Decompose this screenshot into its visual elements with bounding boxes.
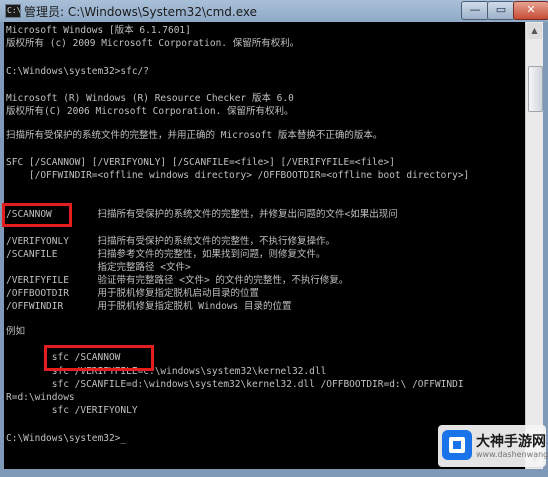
- site-watermark: 大神手游网 www.dashenwang.com: [438, 425, 548, 467]
- console-line: 例如: [6, 326, 26, 337]
- console-line: 扫描所有受保护的系统文件的完整性，并用正确的 Microsoft 版本替换不正确…: [6, 130, 383, 141]
- console-line: /OFFBOOTDIR 用于脱机修复指定脱机启动目录的位置: [6, 288, 260, 299]
- console-line: 版权所有 (c) 2009 Microsoft Corporation. 保留所…: [6, 38, 300, 49]
- cmd-app-icon: C:\: [5, 4, 21, 18]
- console-output[interactable]: Microsoft Windows [版本 6.1.7601] 版权所有 (c)…: [4, 22, 525, 469]
- console-line: /VERIFYONLY 扫描所有受保护的系统文件的完整性，不执行修复操作。: [6, 236, 336, 247]
- console-line: 指定完整路径 <文件>: [6, 262, 191, 273]
- minimize-button[interactable]: —: [461, 1, 489, 20]
- console-line: Microsoft (R) Windows (R) Resource Check…: [6, 93, 294, 104]
- close-button[interactable]: ✕: [513, 1, 548, 20]
- title-bar[interactable]: C:\ 管理员: C:\Windows\System32\cmd.exe — ▭…: [0, 0, 548, 22]
- console-line: 版权所有(C) 2006 Microsoft Corporation. 保留所有…: [6, 106, 294, 117]
- maximize-button[interactable]: ▭: [487, 1, 515, 20]
- scroll-up-arrow-icon[interactable]: ▲: [527, 23, 542, 39]
- console-line: /VERIFYFILE 验证带有完整路径 <文件> 的文件的完整性，不执行修复。: [6, 275, 349, 286]
- cmd-window: C:\ 管理员: C:\Windows\System32\cmd.exe — ▭…: [0, 0, 548, 477]
- scrollbar-thumb[interactable]: [528, 66, 543, 112]
- watermark-url: www.dashenwang.com: [476, 450, 548, 459]
- console-line: /OFFWINDIR 用于脱机修复指定脱机 Windows 目录的位置: [6, 301, 292, 312]
- console-prompt: C:\Windows\system32>_: [6, 433, 127, 444]
- watermark-title: 大神手游网: [476, 434, 546, 450]
- window-title: 管理员: C:\Windows\System32\cmd.exe: [24, 5, 257, 19]
- console-line: /SCANFILE 扫描参考文件的完整性，如果找到问题，则修复文件。: [6, 249, 326, 260]
- console-line: sfc /VERIFYONLY: [6, 405, 138, 416]
- console-line: C:\Windows\system32>sfc/?: [6, 66, 149, 77]
- console-line: [/OFFWINDIR=<offline windows directory> …: [6, 170, 470, 181]
- console-scrollbar[interactable]: ▲ ▼: [525, 22, 543, 469]
- site-logo-icon: [442, 430, 472, 460]
- scannow-highlight-box: [2, 203, 72, 227]
- console-line: R=d:\windows: [6, 392, 75, 403]
- console-line: sfc /SCANFILE=d:\windows\system32\kernel…: [6, 379, 464, 390]
- console-line: SFC [/SCANNOW] [/VERIFYONLY] [/SCANFILE=…: [6, 157, 395, 168]
- sfc-scannow-example-highlight-box: [44, 345, 154, 371]
- console-line: Microsoft Windows [版本 6.1.7601]: [6, 25, 191, 36]
